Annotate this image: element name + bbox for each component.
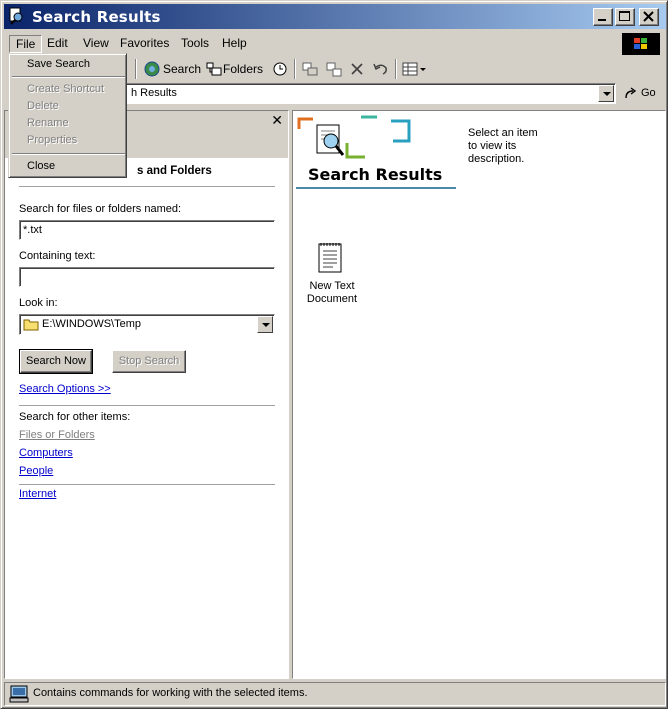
search-results-banner-icon [297,115,411,159]
window-title: Search Results [32,8,161,26]
title-bar[interactable]: Search Results [4,4,666,29]
folder-icon [23,319,39,331]
minimize-icon [598,19,606,21]
people-link[interactable]: People [19,465,53,477]
menu-item-properties[interactable]: Properties [11,132,126,149]
containing-input[interactable] [19,267,275,287]
lookin-label: Look in: [19,297,58,309]
stop-search-button[interactable]: Stop Search [112,350,186,373]
menu-item-create-shortcut[interactable]: Create Shortcut [11,81,126,98]
named-input-value: *.txt [23,224,42,236]
text-document-icon [318,243,342,273]
menu-tools[interactable]: Tools [175,35,215,53]
menu-item-rename[interactable]: Rename [11,115,126,132]
address-value: h Results [131,87,177,99]
other-items-label: Search for other items: [19,411,131,423]
results-title-underline [296,187,456,189]
views-button[interactable] [401,58,429,80]
close-button[interactable] [639,8,659,26]
delete-icon [351,63,363,75]
status-bar: Contains commands for working with the s… [4,682,666,706]
go-label: Go [641,87,656,99]
folders-button[interactable]: Folders [204,58,264,80]
menu-separator [12,76,125,78]
named-input[interactable]: *.txt [19,220,275,240]
folders-button-label: Folders [223,62,264,76]
divider [19,405,275,407]
pane-close-icon[interactable]: ✕ [271,113,283,127]
results-description: Select an item to view its description. [468,127,538,165]
menu-item-save-search[interactable]: Save Search [11,56,126,73]
computers-link[interactable]: Computers [19,447,73,459]
search-button[interactable]: Search [142,58,202,80]
menu-item-close[interactable]: Close [11,158,126,175]
search-button-label: Search [163,62,202,76]
copy-to-icon [326,62,342,77]
menu-help[interactable]: Help [216,35,253,53]
address-field[interactable]: h Results [124,83,616,104]
file-menu-dropdown: Save Search Create Shortcut Delete Renam… [8,53,127,178]
internet-link[interactable]: Internet [19,488,56,500]
menu-view[interactable]: View [77,35,115,53]
menu-separator [12,153,125,155]
go-button[interactable]: Go [621,83,661,104]
search-options-link[interactable]: Search Options >> [19,383,111,395]
menu-edit[interactable]: Edit [41,35,74,53]
toolbar-separator [135,59,137,79]
toolbar-separator [294,59,296,79]
containing-label: Containing text: [19,250,96,262]
divider [19,484,275,486]
windows-logo-icon [622,33,660,55]
search-globe-icon [144,61,160,77]
results-title: Search Results [308,165,443,184]
result-file-name: New Text Document [306,280,358,305]
menu-bar: File Edit View Favorites Tools Help [4,32,666,55]
address-dropdown-button[interactable] [598,85,614,102]
lookin-select[interactable]: E:\WINDOWS\Temp [19,314,275,335]
search-now-button[interactable]: Search Now [19,349,93,374]
toolbar-separator [395,59,397,79]
delete-button[interactable] [348,58,368,80]
maximize-icon [619,11,630,21]
undo-button[interactable] [371,58,391,80]
move-to-button[interactable] [300,58,320,80]
menu-file[interactable]: File [9,35,43,53]
computer-icon [9,685,29,703]
results-pane: Search Results Select an item to view it… [292,110,666,679]
minimize-button[interactable] [593,8,613,26]
go-arrow-icon [625,87,637,99]
close-icon [643,11,654,22]
search-section-heading-text: s and Folders [137,165,212,177]
history-icon [273,62,287,76]
lookin-value: E:\WINDOWS\Temp [42,318,142,330]
undo-icon [373,63,387,75]
folders-icon [206,62,222,76]
copy-to-button[interactable] [324,58,344,80]
status-text: Contains commands for working with the s… [33,687,308,699]
explorer-window: Search Results File Edit View Favorites … [0,0,668,709]
maximize-button[interactable] [615,8,635,26]
menu-favorites[interactable]: Favorites [114,35,175,53]
search-pane: ✕ s and Folders Search for files or fold… [4,110,289,679]
move-to-icon [302,62,318,76]
history-button[interactable] [270,58,290,80]
menu-item-delete[interactable]: Delete [11,98,126,115]
lookin-dropdown-button[interactable] [257,316,273,333]
views-icon [402,62,426,76]
files-or-folders-link[interactable]: Files or Folders [19,429,95,441]
search-window-icon [9,7,23,25]
named-label: Search for files or folders named: [19,203,182,215]
divider [19,186,275,188]
